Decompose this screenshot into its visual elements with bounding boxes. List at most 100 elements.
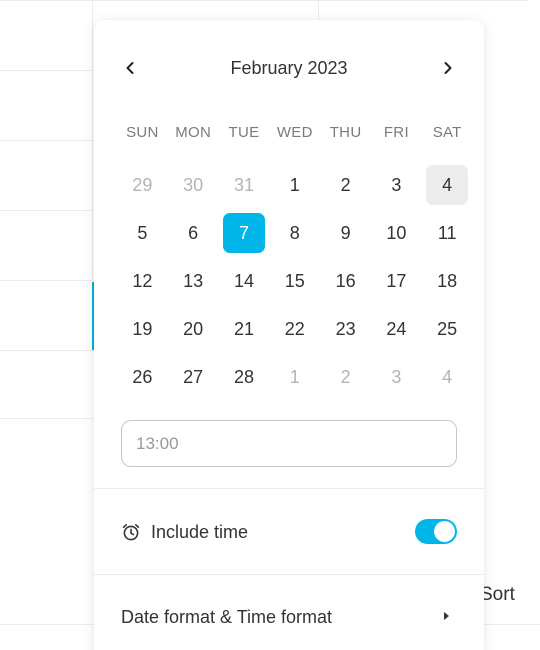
row-divider: [0, 350, 94, 351]
calendar-day-number: 11: [437, 222, 457, 243]
calendar-day-number: 31: [233, 174, 254, 195]
row-divider: [0, 140, 94, 141]
column-divider: [92, 0, 93, 282]
calendar-day[interactable]: 2: [320, 357, 371, 397]
calendar-day[interactable]: 3: [371, 165, 422, 205]
calendar-day[interactable]: 1: [269, 357, 320, 397]
row-divider: [0, 624, 94, 625]
calendar-day-selected[interactable]: 7: [219, 213, 270, 253]
weekday-label: SAT: [432, 124, 462, 141]
calendar-day-number: 24: [386, 318, 407, 339]
calendar-day[interactable]: 6: [168, 213, 219, 253]
sort-button[interactable]: Sort: [480, 584, 515, 606]
time-input[interactable]: [121, 420, 457, 467]
calendar-day[interactable]: 12: [117, 261, 168, 301]
calendar-day-number: 7: [222, 213, 265, 253]
calendar-day[interactable]: 26: [117, 357, 168, 397]
calendar-day[interactable]: 20: [168, 309, 219, 349]
calendar-day-number: 5: [137, 222, 148, 243]
calendar-day-number: 1: [289, 366, 300, 387]
row-divider: [0, 70, 94, 71]
caret-right-icon: [444, 612, 449, 620]
calendar-week-row: 26 27 28 1 2 3 4: [117, 353, 473, 401]
weekday-header: SUN MON TUE WED THU FRI SAT: [117, 124, 473, 141]
toggle-knob: [434, 521, 455, 542]
calendar-day[interactable]: 8: [269, 213, 320, 253]
calendar-day-number: 2: [340, 366, 351, 387]
row-divider: [484, 624, 540, 625]
column-divider: [318, 0, 319, 20]
calendar-day[interactable]: 13: [168, 261, 219, 301]
calendar-day-number: 8: [289, 222, 300, 243]
alarm-clock-icon: [121, 522, 141, 542]
calendar-day[interactable]: 24: [371, 309, 422, 349]
calendar-day-number: 6: [188, 222, 199, 243]
calendar-grid: 29 30 31 1 2 3 4 5 6 7 8 9 10 11 12 13 14 15 16 17 18 19 20 21 2…: [117, 161, 473, 401]
calendar-day[interactable]: 27: [168, 357, 219, 397]
calendar-day-number: 3: [391, 366, 402, 387]
calendar-day-number: 9: [340, 222, 351, 243]
calendar-day-number: 18: [437, 270, 458, 291]
calendar-day-number: 29: [132, 174, 153, 195]
calendar-day[interactable]: 5: [117, 213, 168, 253]
calendar-day[interactable]: 19: [117, 309, 168, 349]
weekday-label: MON: [175, 124, 212, 141]
calendar-day[interactable]: 25: [422, 309, 473, 349]
weekday-label: TUE: [228, 124, 260, 141]
calendar-week-row: 19 20 21 22 23 24 25: [117, 305, 473, 353]
calendar-day[interactable]: 30: [168, 165, 219, 205]
calendar-day-number: 17: [386, 270, 407, 291]
calendar-week-row: 12 13 14 15 16 17 18: [117, 257, 473, 305]
calendar-day-number: 3: [391, 174, 402, 195]
calendar-day-number: 19: [132, 318, 153, 339]
weekday-label: WED: [276, 124, 313, 141]
include-time-row: Include time: [121, 519, 457, 544]
divider: [94, 574, 484, 575]
calendar-day[interactable]: 31: [219, 165, 270, 205]
calendar-day[interactable]: 16: [320, 261, 371, 301]
calendar-day[interactable]: 29: [117, 165, 168, 205]
calendar-day[interactable]: 1: [269, 165, 320, 205]
calendar-day[interactable]: 23: [320, 309, 371, 349]
chevron-right-icon: [444, 62, 452, 74]
calendar-day-number: 21: [233, 318, 254, 339]
next-month-button[interactable]: [436, 56, 460, 80]
date-picker-popover: February 2023 SUN MON TUE WED THU FRI SAT 29 30…: [94, 20, 484, 650]
calendar-day-number: 10: [386, 222, 407, 243]
calendar-day[interactable]: 9: [320, 213, 371, 253]
calendar-day-number: 26: [132, 366, 153, 387]
calendar-day[interactable]: 21: [219, 309, 270, 349]
month-title: February 2023: [230, 58, 348, 78]
row-divider: [0, 280, 94, 281]
weekday-label: SUN: [126, 124, 159, 141]
calendar-day-number: 27: [183, 366, 204, 387]
row-divider: [0, 418, 94, 419]
calendar-day-number: 2: [340, 174, 351, 195]
calendar-day-number: 23: [335, 318, 356, 339]
calendar-day[interactable]: 4: [422, 357, 473, 397]
calendar-day-number: 1: [289, 174, 300, 195]
calendar-day[interactable]: 28: [219, 357, 270, 397]
calendar-day[interactable]: 15: [269, 261, 320, 301]
calendar-day[interactable]: 18: [422, 261, 473, 301]
calendar-day-number: 28: [233, 366, 254, 387]
calendar-day[interactable]: 17: [371, 261, 422, 301]
calendar-day[interactable]: 4: [422, 165, 473, 205]
calendar-day-number: 4: [426, 165, 469, 205]
calendar-week-row: 5 6 7 8 9 10 11: [117, 209, 473, 257]
calendar-day[interactable]: 14: [219, 261, 270, 301]
calendar-day-number: 22: [284, 318, 305, 339]
include-time-toggle[interactable]: [415, 519, 457, 544]
calendar-day[interactable]: 2: [320, 165, 371, 205]
date-time-format-menu-item[interactable]: Date format & Time format: [121, 605, 457, 629]
calendar-day[interactable]: 3: [371, 357, 422, 397]
calendar-day[interactable]: 10: [371, 213, 422, 253]
weekday-label: THU: [329, 124, 362, 141]
divider: [94, 488, 484, 489]
format-label: Date format & Time format: [121, 606, 333, 627]
calendar-day[interactable]: 22: [269, 309, 320, 349]
calendar-day-number: 14: [233, 270, 254, 291]
row-divider: [0, 0, 528, 1]
calendar-day[interactable]: 11: [422, 213, 473, 253]
calendar-week-row: 29 30 31 1 2 3 4: [117, 161, 473, 209]
